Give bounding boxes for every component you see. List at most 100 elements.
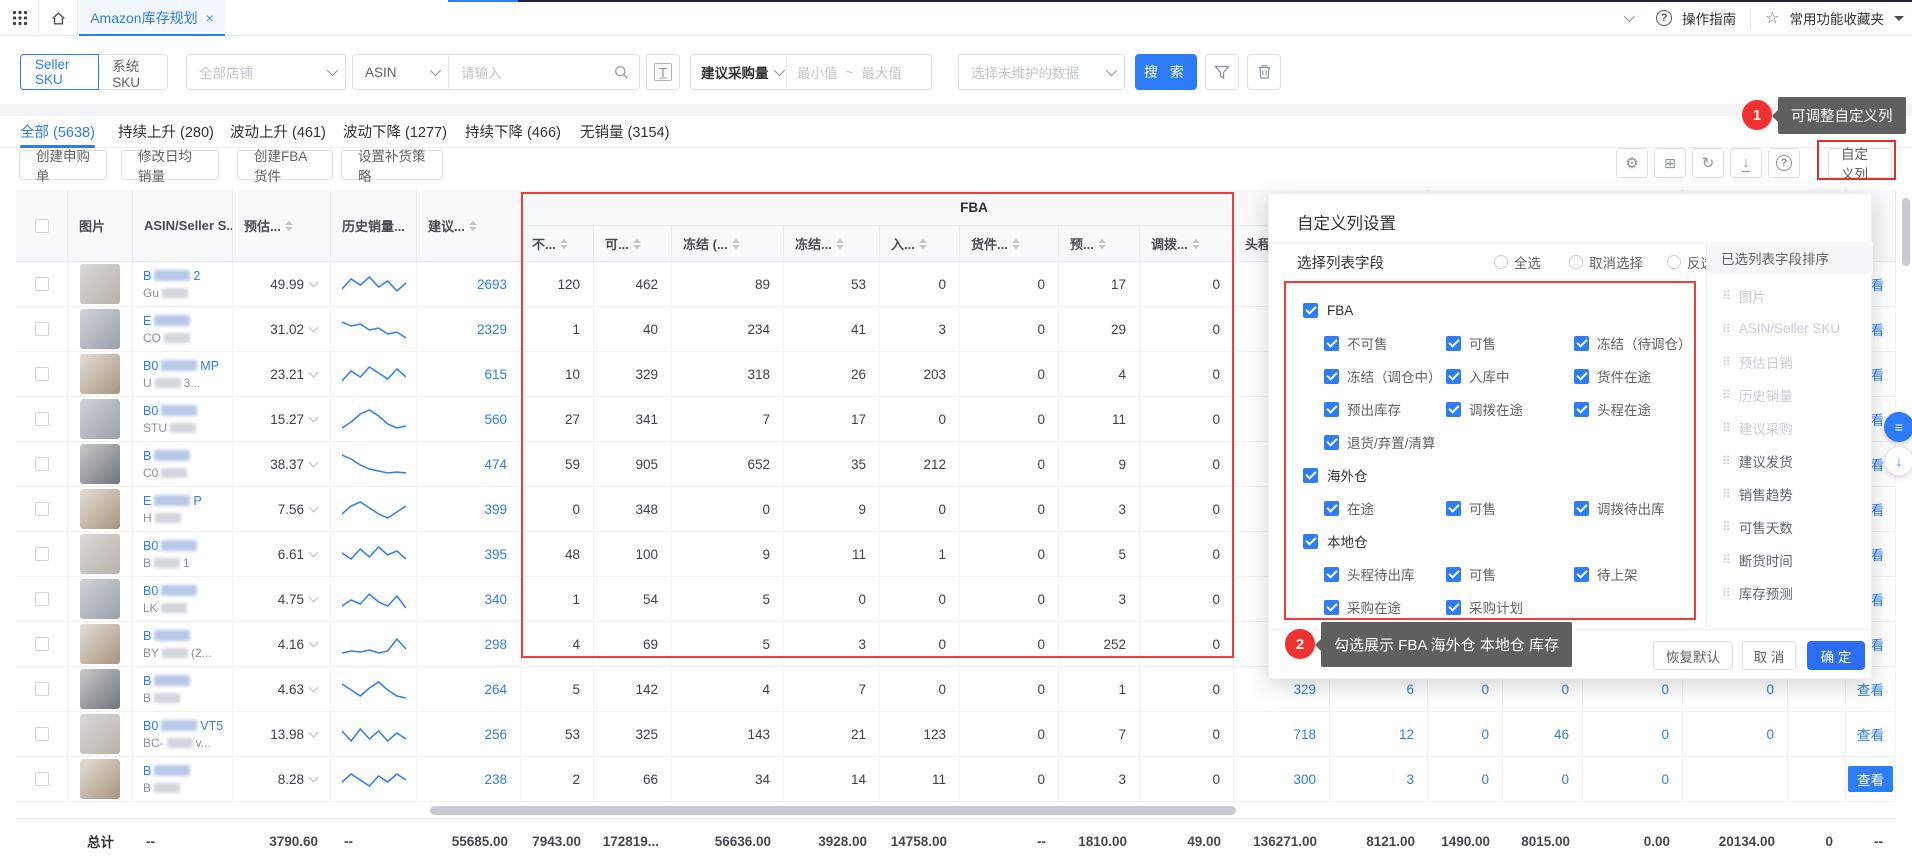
column-header-7[interactable]: 可... bbox=[594, 226, 672, 262]
expand-caret-icon[interactable] bbox=[309, 413, 319, 423]
drag-handle-icon[interactable]: ⠿ bbox=[1722, 520, 1731, 534]
row-checkbox[interactable] bbox=[35, 277, 49, 291]
group-checkbox[interactable] bbox=[1303, 303, 1318, 318]
drag-handle-icon[interactable]: ⠿ bbox=[1722, 553, 1731, 567]
apps-grid-icon[interactable] bbox=[12, 10, 28, 26]
row-checkbox[interactable] bbox=[35, 682, 49, 696]
field-checkbox[interactable] bbox=[1574, 336, 1589, 351]
floating-service-button[interactable]: ≡ bbox=[1884, 412, 1912, 442]
suggested-purchase-link[interactable]: 238 bbox=[484, 772, 507, 787]
vertical-scrollbar[interactable] bbox=[1902, 198, 1910, 266]
help-button[interactable]: ? bbox=[1768, 148, 1800, 178]
sort-carets[interactable] bbox=[560, 235, 568, 253]
field-checkbox[interactable] bbox=[1446, 567, 1461, 582]
field-checkbox[interactable] bbox=[1574, 369, 1589, 384]
asin-link[interactable]: B bbox=[143, 674, 190, 688]
group-checkbox[interactable] bbox=[1303, 534, 1318, 549]
tab-2[interactable]: 波动上升 (461) bbox=[230, 116, 326, 146]
tab-close-icon[interactable]: × bbox=[206, 10, 214, 26]
sort-carets[interactable] bbox=[285, 217, 293, 235]
tab-0[interactable]: 全部 (5638) bbox=[20, 116, 95, 146]
sort-carets[interactable] bbox=[836, 235, 844, 253]
field-checkbox[interactable] bbox=[1446, 501, 1461, 516]
row-checkbox[interactable] bbox=[35, 412, 49, 426]
tab-1[interactable]: 持续上升 (280) bbox=[118, 116, 214, 146]
field-checkbox[interactable] bbox=[1574, 501, 1589, 516]
inventory-value-link[interactable]: 0 bbox=[1766, 727, 1774, 742]
expand-caret-icon[interactable] bbox=[309, 323, 319, 333]
filter-button[interactable] bbox=[1205, 54, 1239, 90]
sort-carets[interactable] bbox=[469, 217, 477, 235]
reset-default-button[interactable]: 恢复默认 bbox=[1653, 641, 1733, 670]
system-sku-toggle[interactable]: 系统SKU bbox=[98, 54, 167, 90]
expand-caret-icon[interactable] bbox=[309, 548, 319, 558]
guide-link[interactable]: 操作指南 bbox=[1682, 8, 1736, 28]
group-checkbox[interactable] bbox=[1303, 468, 1318, 483]
row-checkbox[interactable] bbox=[35, 637, 49, 651]
row-checkbox[interactable] bbox=[35, 322, 49, 336]
field-checkbox[interactable] bbox=[1324, 435, 1339, 450]
sort-carets[interactable] bbox=[732, 235, 740, 253]
row-checkbox[interactable] bbox=[35, 367, 49, 381]
column-header-10[interactable]: 入... bbox=[880, 226, 960, 262]
row-checkbox[interactable] bbox=[35, 772, 49, 786]
row-checkbox[interactable] bbox=[35, 592, 49, 606]
confirm-button[interactable]: 确 定 bbox=[1807, 641, 1865, 670]
suggested-purchase-link[interactable]: 298 bbox=[484, 637, 507, 652]
customize-columns-button[interactable]: 自定义列 bbox=[1828, 148, 1892, 178]
inventory-value-link[interactable]: 12 bbox=[1399, 727, 1414, 742]
suggested-purchase-link[interactable]: 474 bbox=[484, 457, 507, 472]
column-header-8[interactable]: 冻结 (... bbox=[672, 226, 784, 262]
suggested-purchase-link[interactable]: 395 bbox=[484, 547, 507, 562]
deselect-radio[interactable]: 取消选择 bbox=[1569, 252, 1643, 272]
action-button-3[interactable]: 设置补货策略 bbox=[341, 150, 443, 180]
row-checkbox[interactable] bbox=[35, 547, 49, 561]
drag-handle-icon[interactable]: ⠿ bbox=[1722, 289, 1731, 303]
action-button-1[interactable]: 修改日均销量 bbox=[121, 150, 219, 180]
view-link[interactable]: 查看 bbox=[1848, 766, 1893, 792]
column-header-9[interactable]: 冻结... bbox=[784, 226, 880, 262]
field-checkbox[interactable] bbox=[1324, 402, 1339, 417]
field-checkbox[interactable] bbox=[1446, 402, 1461, 417]
expand-caret-icon[interactable] bbox=[309, 773, 319, 783]
sort-carets[interactable] bbox=[1012, 235, 1020, 253]
expand-caret-icon[interactable] bbox=[309, 683, 319, 693]
suggested-purchase-link[interactable]: 340 bbox=[484, 592, 507, 607]
suggested-purchase-link[interactable]: 2693 bbox=[477, 277, 507, 292]
column-header-13[interactable]: 调拨... bbox=[1140, 226, 1234, 262]
asin-link[interactable]: B bbox=[143, 449, 190, 463]
sort-carets[interactable] bbox=[1098, 235, 1106, 253]
row-checkbox[interactable] bbox=[35, 727, 49, 741]
search-button[interactable]: 搜 索 bbox=[1135, 54, 1197, 90]
save-view-button[interactable]: ⊞ bbox=[1654, 148, 1686, 178]
field-checkbox[interactable] bbox=[1324, 501, 1339, 516]
column-header-11[interactable]: 货件... bbox=[960, 226, 1059, 262]
inventory-value-link[interactable]: 6 bbox=[1406, 682, 1414, 697]
sort-carets[interactable] bbox=[919, 235, 927, 253]
field-checkbox[interactable] bbox=[1324, 567, 1339, 582]
field-checkbox[interactable] bbox=[1446, 336, 1461, 351]
suggested-purchase-link[interactable]: 560 bbox=[484, 412, 507, 427]
column-header-3[interactable]: 预估... bbox=[233, 190, 331, 262]
inventory-value-link[interactable]: 0 bbox=[1481, 772, 1489, 787]
select-all-radio[interactable]: 全选 bbox=[1494, 252, 1541, 272]
row-checkbox[interactable] bbox=[35, 457, 49, 471]
inventory-value-link[interactable]: 718 bbox=[1293, 727, 1316, 742]
inventory-value-link[interactable]: 0 bbox=[1561, 682, 1569, 697]
suggested-purchase-link[interactable]: 256 bbox=[484, 727, 507, 742]
column-header-6[interactable]: 不... bbox=[521, 226, 594, 262]
asin-link[interactable]: B0 bbox=[143, 584, 197, 598]
field-checkbox[interactable] bbox=[1446, 369, 1461, 384]
chevron-down-icon[interactable] bbox=[1624, 11, 1635, 22]
expand-caret-icon[interactable] bbox=[309, 458, 319, 468]
drag-handle-icon[interactable]: ⠿ bbox=[1722, 454, 1731, 468]
action-button-2[interactable]: 创建FBA货件 bbox=[237, 150, 333, 180]
select-all-checkbox[interactable] bbox=[35, 219, 49, 233]
asin-link[interactable]: B0 bbox=[143, 539, 197, 553]
download-button[interactable]: ↓ bbox=[1730, 148, 1762, 178]
keyword-input[interactable]: 请输入 bbox=[461, 62, 502, 82]
field-checkbox[interactable] bbox=[1574, 402, 1589, 417]
drag-handle-icon[interactable]: ⠿ bbox=[1722, 586, 1731, 600]
view-link[interactable]: 查看 bbox=[1857, 679, 1884, 699]
inventory-value-link[interactable]: 0 bbox=[1661, 772, 1669, 787]
